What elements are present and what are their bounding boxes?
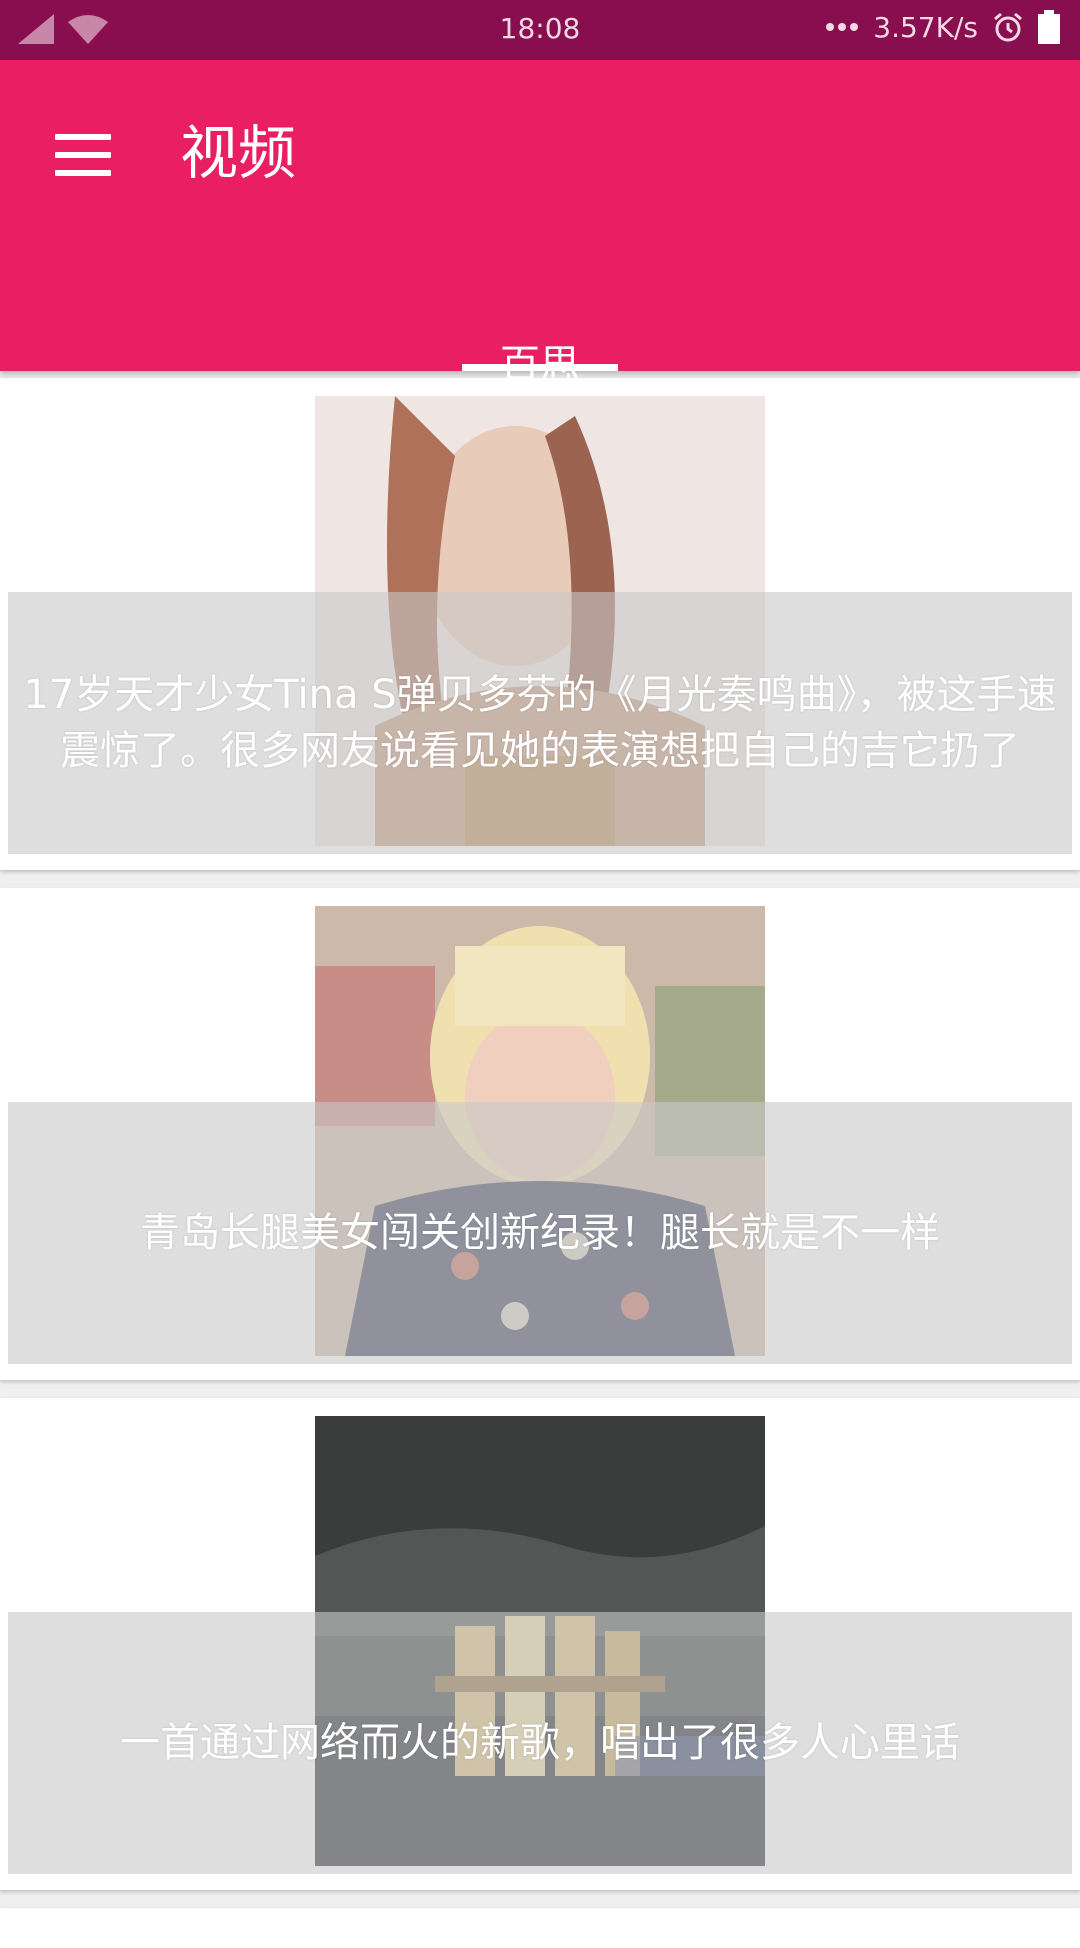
video-caption: 青岛长腿美女闯关创新纪录！腿长就是不一样: [8, 1102, 1072, 1364]
more-dots-icon: [826, 23, 859, 31]
video-caption: 一首通过网络而火的新歌，唱出了很多人心里话: [8, 1612, 1072, 1874]
video-card[interactable]: [0, 1908, 1080, 1948]
status-right-icons: 3.57K/s: [825, 10, 1060, 44]
tab-indicator: [462, 364, 618, 371]
page-title: 视频: [180, 119, 297, 187]
video-card[interactable]: 青岛长腿美女闯关创新纪录！腿长就是不一样: [0, 888, 1080, 1380]
status-bar: 18:08 3.57K/s: [0, 0, 1080, 60]
video-card[interactable]: 17岁天才少女Tina S弹贝多芬的《月光奏鸣曲》，被这手速震惊了。很多网友说看…: [0, 378, 1080, 870]
menu-button[interactable]: [40, 112, 126, 198]
hamburger-icon: [55, 134, 111, 176]
app-bar: 视频 百思: [0, 60, 1080, 388]
tab-baisi[interactable]: 百思: [460, 260, 620, 388]
network-speed: 3.57K/s: [873, 10, 978, 44]
alarm-icon: [994, 12, 1022, 42]
video-caption: 17岁天才少女Tina S弹贝多芬的《月光奏鸣曲》，被这手速震惊了。很多网友说看…: [8, 592, 1072, 854]
video-card[interactable]: 一首通过网络而火的新歌，唱出了很多人心里话: [0, 1398, 1080, 1890]
battery-icon: [1038, 10, 1060, 44]
